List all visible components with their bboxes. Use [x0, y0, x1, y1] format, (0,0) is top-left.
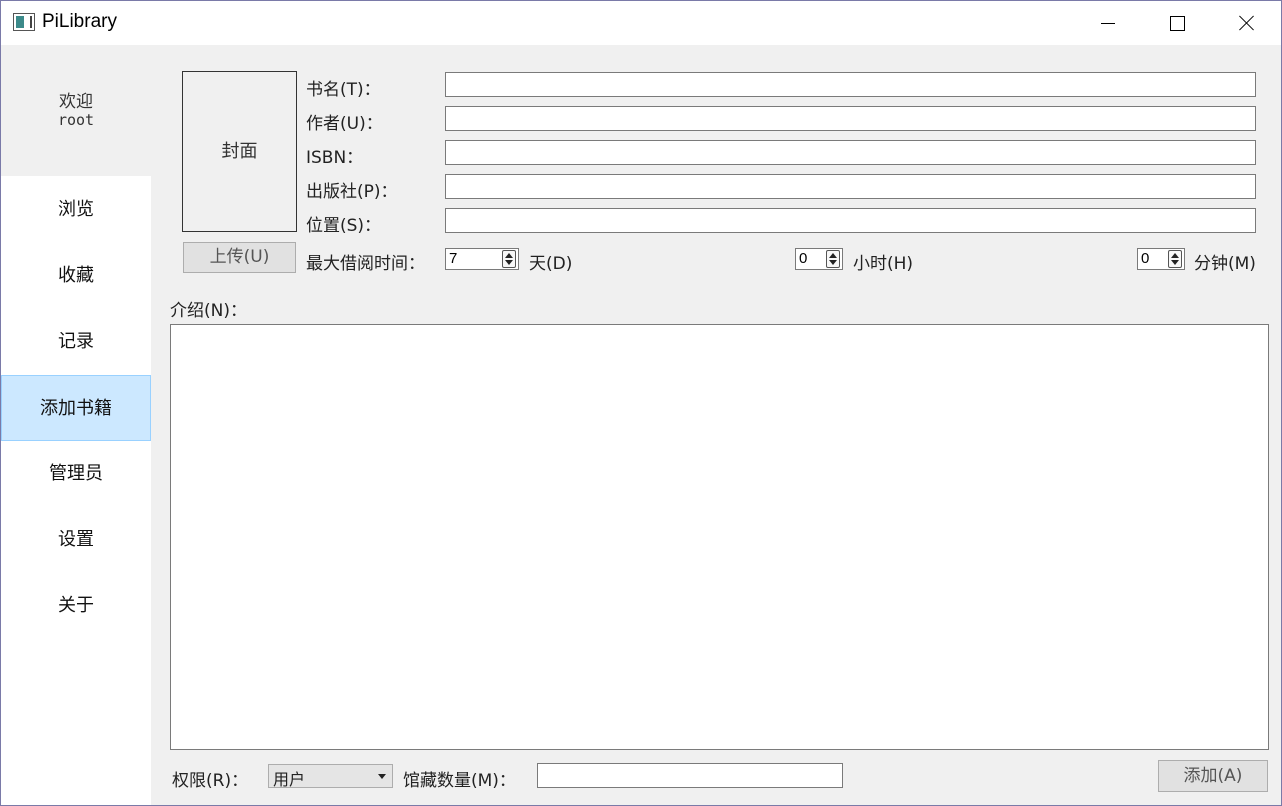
window-title: PiLibrary [42, 11, 117, 32]
title-label: 书名(T)： [306, 80, 381, 100]
upload-button[interactable]: 上传(U) [183, 242, 296, 273]
days-spinbox[interactable]: 7 [445, 248, 519, 270]
location-input[interactable] [445, 208, 1256, 233]
minimize-button[interactable] [1073, 1, 1143, 45]
hours-spinbox[interactable]: 0 [795, 248, 843, 270]
author-label: 作者(U)： [306, 114, 383, 134]
minutes-spinbox[interactable]: 0 [1137, 248, 1185, 270]
isbn-label: ISBN： [306, 148, 364, 168]
permission-value: 用户 [273, 770, 306, 789]
permission-select[interactable]: 用户 [268, 764, 393, 789]
minutes-value: 0 [1141, 250, 1150, 267]
permission-label: 权限(R)： [172, 771, 249, 791]
quantity-label: 馆藏数量(M)： [403, 771, 516, 791]
sidebar-item-add-book[interactable]: 添加书籍 [1, 375, 151, 441]
hours-value: 0 [799, 250, 808, 267]
minutes-unit-label: 分钟(M) [1194, 254, 1256, 274]
days-unit-label: 天(D) [529, 254, 573, 274]
publisher-label: 出版社(P)： [306, 182, 398, 202]
sidebar: 欢迎 root 浏览 收藏 记录 添加书籍 管理员 设置 关于 [1, 45, 151, 805]
welcome-label: 欢迎 [59, 92, 93, 112]
hours-stepper-icon[interactable] [826, 250, 840, 268]
author-input[interactable] [445, 106, 1256, 131]
chevron-down-icon [378, 774, 386, 779]
cover-image[interactable]: 封面 [182, 71, 297, 232]
maximize-button[interactable] [1142, 1, 1212, 45]
close-button[interactable] [1211, 1, 1281, 45]
sidebar-item-admin[interactable]: 管理员 [1, 441, 151, 507]
sidebar-item-records[interactable]: 记录 [1, 309, 151, 375]
isbn-input[interactable] [445, 140, 1256, 165]
days-value: 7 [449, 250, 458, 267]
sidebar-item-favorites[interactable]: 收藏 [1, 243, 151, 309]
days-stepper-icon[interactable] [502, 250, 516, 268]
sidebar-item-settings[interactable]: 设置 [1, 507, 151, 573]
app-icon [13, 13, 35, 31]
intro-textarea[interactable] [170, 324, 1269, 750]
welcome-panel: 欢迎 root [1, 45, 151, 176]
location-label: 位置(S)： [306, 216, 382, 236]
sidebar-item-browse[interactable]: 浏览 [1, 177, 151, 243]
title-bar: PiLibrary [1, 1, 1281, 45]
minutes-stepper-icon[interactable] [1168, 250, 1182, 268]
title-input[interactable] [445, 72, 1256, 97]
welcome-username: root [57, 111, 95, 129]
max-borrow-label: 最大借阅时间： [306, 254, 425, 274]
sidebar-item-about[interactable]: 关于 [1, 573, 151, 639]
hours-unit-label: 小时(H) [853, 254, 914, 274]
intro-label: 介绍(N)： [170, 301, 247, 321]
add-button[interactable]: 添加(A) [1158, 760, 1268, 792]
main-window: PiLibrary 欢迎 root 浏览 收藏 记录 添加书籍 管理员 设置 关… [0, 0, 1282, 806]
publisher-input[interactable] [445, 174, 1256, 199]
quantity-input[interactable] [537, 763, 843, 788]
